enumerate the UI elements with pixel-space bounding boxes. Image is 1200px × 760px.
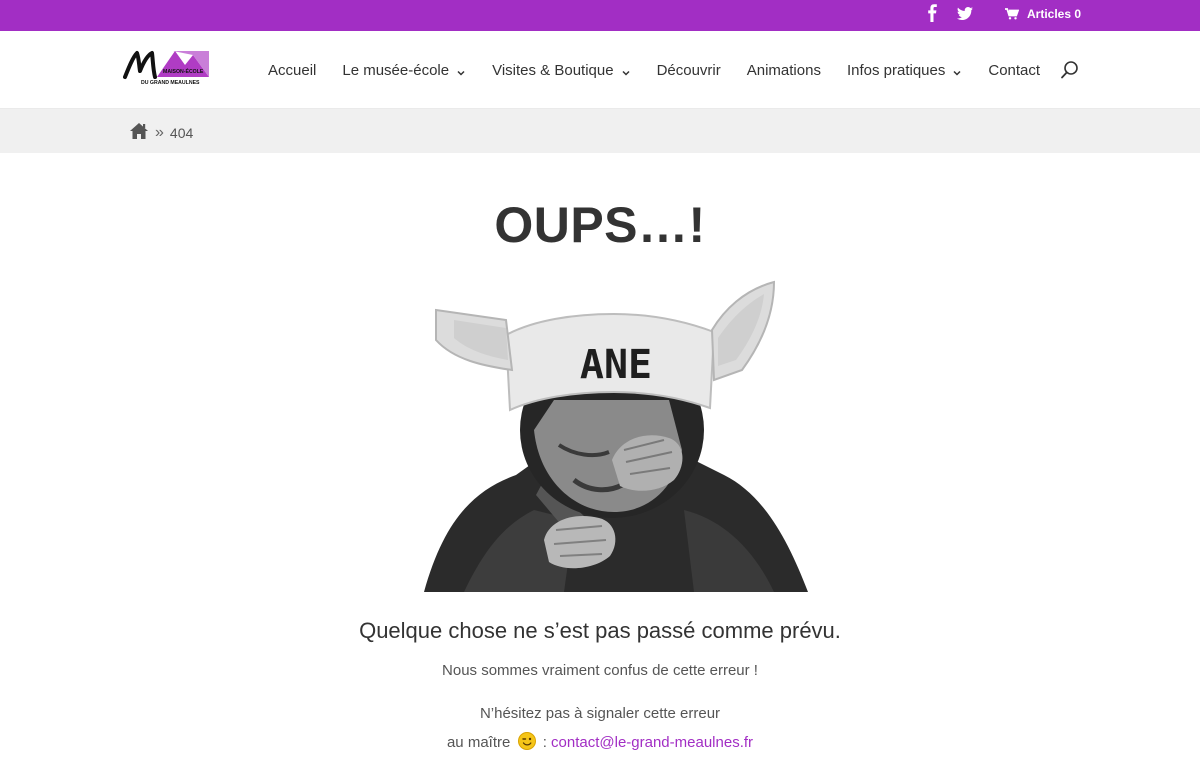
dunce-cap-child-image: ANE <box>424 280 808 592</box>
nav-item-label: Le musée-école <box>342 61 450 79</box>
search-icon[interactable] <box>1060 60 1080 80</box>
site-logo[interactable]: MAISON-ÉCOLE DU GRAND MEAULNES <box>123 47 211 89</box>
twitter-icon[interactable] <box>956 4 974 24</box>
hat-text: ANE <box>580 342 652 388</box>
nav-item-label: Contact <box>988 61 1041 79</box>
main-nav: Accueil Le musée-école Visites & Boutiqu… <box>268 31 1066 109</box>
apology-text: Nous sommes vraiment confus de cette err… <box>442 662 758 679</box>
wink-emoji-icon <box>517 732 536 750</box>
chevron-down-icon <box>456 65 466 76</box>
error-subtitle: Quelque chose ne s’est pas passé comme p… <box>359 618 841 643</box>
nav-item-infos-pratiques[interactable]: Infos pratiques <box>847 62 962 79</box>
site-header: MAISON-ÉCOLE DU GRAND MEAULNES Accueil L… <box>0 31 1200 109</box>
nav-item-label: Visites & Boutique <box>492 61 614 79</box>
contact-prefix: au maître <box>446 734 511 751</box>
chevron-down-icon <box>952 65 962 76</box>
logo-text-line2: DU GRAND MEAULNES <box>141 80 200 86</box>
breadcrumb-separator: » <box>155 123 164 141</box>
home-icon[interactable] <box>129 122 149 143</box>
nav-item-label: Découvrir <box>656 61 721 79</box>
contact-colon: : <box>542 734 547 751</box>
top-bar: Articles 0 <box>0 0 1200 31</box>
nav-item-contact[interactable]: Contact <box>988 62 1040 79</box>
breadcrumb-current: 404 <box>169 124 194 141</box>
facebook-icon[interactable] <box>924 4 942 24</box>
social-links <box>924 4 974 24</box>
nav-item-label: Infos pratiques <box>846 61 946 79</box>
nav-item-accueil[interactable]: Accueil <box>268 62 316 79</box>
nav-item-animations[interactable]: Animations <box>747 62 821 79</box>
nav-item-visites-boutique[interactable]: Visites & Boutique <box>492 62 630 79</box>
contact-email-link[interactable]: contact@le-grand-meaulnes.fr <box>551 734 753 751</box>
chevron-down-icon <box>621 65 631 76</box>
nav-item-musee-ecole[interactable]: Le musée-école <box>342 62 466 79</box>
nav-item-label: Animations <box>746 61 821 79</box>
nav-item-decouvrir[interactable]: Découvrir <box>657 62 721 79</box>
nav-item-label: Accueil <box>268 61 317 79</box>
contact-line: au maître : contact@le-grand-meaulnes.fr <box>0 732 1200 751</box>
logo-text-line1: MAISON-ÉCOLE <box>163 67 204 75</box>
page-title: OUPS…! <box>494 197 706 253</box>
report-text: N’hésitez pas à signaler cette erreur <box>479 705 721 722</box>
cart-label: Articles 0 <box>1027 7 1082 21</box>
cart-link[interactable]: Articles 0 <box>1005 7 1081 21</box>
breadcrumb: » 404 <box>129 122 193 143</box>
breadcrumb-bar: » 404 <box>0 109 1200 153</box>
cart-icon <box>1005 8 1019 20</box>
